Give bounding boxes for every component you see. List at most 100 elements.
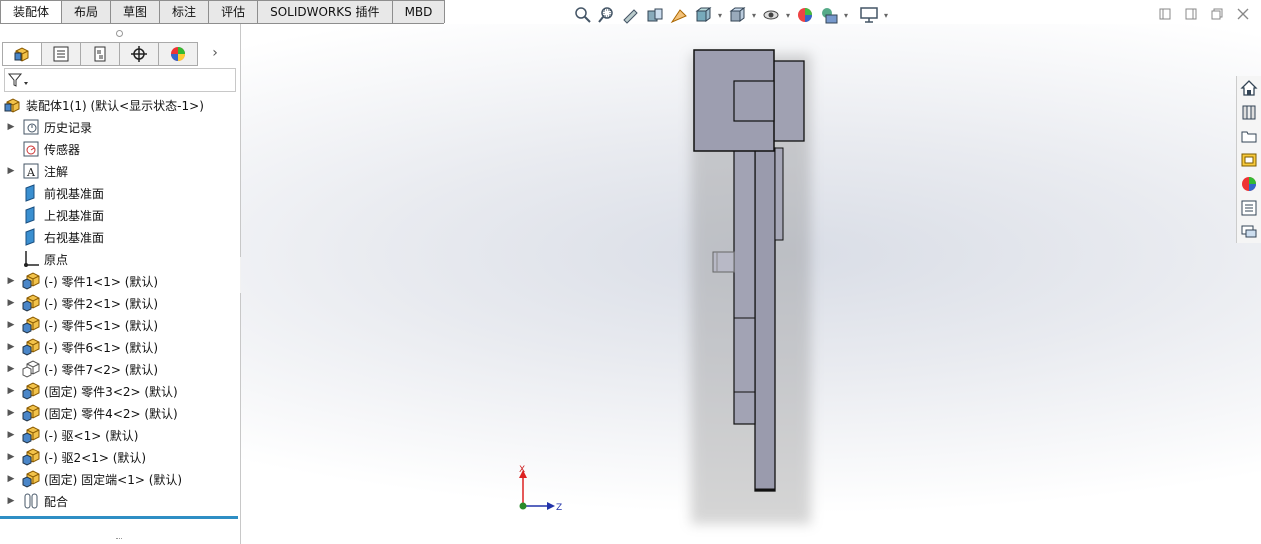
apply-scene-dropdown-icon[interactable]: ▾ bbox=[842, 4, 850, 26]
bottom-splitter[interactable] bbox=[116, 538, 122, 542]
tree-item[interactable]: 原点 bbox=[0, 248, 240, 270]
tab-1[interactable]: 布局 bbox=[61, 0, 112, 23]
view-settings-dropdown-icon[interactable]: ▾ bbox=[882, 4, 890, 26]
tree-item[interactable]: ▶ (-) 零件5<1> (默认) bbox=[0, 314, 240, 336]
chevron-right-icon[interactable]: › bbox=[205, 42, 225, 64]
tab-3[interactable]: 标注 bbox=[159, 0, 210, 23]
panel-splitter[interactable] bbox=[0, 24, 240, 42]
tree-item[interactable]: ▶ (-) 零件1<1> (默认) bbox=[0, 270, 240, 292]
tree-item[interactable]: ▶ (-) 零件6<1> (默认) bbox=[0, 336, 240, 358]
appearances-icon[interactable] bbox=[1237, 172, 1261, 195]
edit-appearance-icon[interactable] bbox=[794, 4, 816, 26]
expand-arrow-icon[interactable]: ▶ bbox=[6, 320, 16, 330]
tree-item[interactable]: ▶ (固定) 固定端<1> (默认) bbox=[0, 468, 240, 490]
restore-icon[interactable] bbox=[1207, 4, 1227, 24]
part-top-inner-face[interactable] bbox=[733, 80, 775, 122]
zoom-to-area-icon[interactable] bbox=[596, 4, 618, 26]
part-pin[interactable] bbox=[712, 251, 735, 273]
solidworks-resources-icon[interactable] bbox=[1237, 76, 1261, 99]
tree-item[interactable]: ▶ (-) 驱2<1> (默认) bbox=[0, 446, 240, 468]
dynamic-annotation-icon[interactable] bbox=[668, 4, 690, 26]
tree-item[interactable]: 右视基准面 bbox=[0, 226, 240, 248]
design-library-icon[interactable] bbox=[1237, 100, 1261, 123]
part-icon bbox=[22, 338, 40, 356]
expand-arrow-icon[interactable]: ▶ bbox=[6, 364, 16, 374]
plane-icon bbox=[22, 206, 40, 224]
expand-arrow-icon[interactable]: ▶ bbox=[6, 122, 16, 132]
expand-arrow-icon[interactable]: ▶ bbox=[6, 298, 16, 308]
forum-icon[interactable] bbox=[1237, 220, 1261, 243]
expand-arrow-icon[interactable]: ▶ bbox=[6, 496, 16, 506]
tree-item[interactable]: 装配体1(1) (默认<显示状态-1>) bbox=[0, 94, 240, 116]
tab-2[interactable]: 草图 bbox=[110, 0, 161, 23]
tree-item[interactable]: ▶ 历史记录 bbox=[0, 116, 240, 138]
assembly-icon bbox=[4, 96, 22, 114]
view-orientation-icon[interactable] bbox=[692, 4, 714, 26]
tree-item[interactable]: 传感器 bbox=[0, 138, 240, 160]
tree-item-label: (-) 零件6<1> (默认) bbox=[44, 340, 159, 355]
tab-6[interactable]: MBD bbox=[391, 0, 446, 23]
close-icon[interactable] bbox=[1233, 4, 1253, 24]
custom-properties-icon[interactable] bbox=[1237, 196, 1261, 219]
tree-item[interactable]: ▶ (-) 零件7<2> (默认) bbox=[0, 358, 240, 380]
expand-arrow-icon[interactable]: ▶ bbox=[6, 386, 16, 396]
expand-arrow-icon[interactable]: ▶ bbox=[6, 452, 16, 462]
propertymanager-icon[interactable] bbox=[41, 42, 81, 66]
hide-show-dropdown-icon[interactable]: ▾ bbox=[784, 4, 792, 26]
tree-item[interactable]: ▶ (-) 零件2<1> (默认) bbox=[0, 292, 240, 314]
part-secondary-plate[interactable] bbox=[733, 147, 756, 425]
mates-icon bbox=[22, 492, 40, 510]
part-icon bbox=[22, 470, 40, 488]
previous-view-icon[interactable] bbox=[620, 4, 642, 26]
displaymanager-icon[interactable] bbox=[158, 42, 198, 66]
window-controls bbox=[1155, 4, 1253, 24]
tree-item-label: (固定) 固定端<1> (默认) bbox=[44, 472, 183, 487]
tree-item[interactable]: ▶ (-) 驱<1> (默认) bbox=[0, 424, 240, 446]
zoom-to-fit-icon[interactable] bbox=[572, 4, 594, 26]
dimxpertmanager-icon[interactable] bbox=[119, 42, 159, 66]
restore-right-icon[interactable] bbox=[1181, 4, 1201, 24]
view-settings-icon[interactable] bbox=[858, 4, 880, 26]
tree-filter[interactable] bbox=[4, 68, 236, 92]
tree-item-label: (-) 零件7<2> (默认) bbox=[44, 362, 159, 377]
tab-0[interactable]: 装配体 bbox=[0, 0, 63, 23]
expand-arrow-icon[interactable]: ▶ bbox=[6, 430, 16, 440]
view-orientation-dropdown-icon[interactable]: ▾ bbox=[716, 4, 724, 26]
section-view-icon[interactable] bbox=[644, 4, 666, 26]
part-right-strip[interactable] bbox=[774, 147, 784, 241]
expand-arrow-icon[interactable]: ▶ bbox=[6, 166, 16, 176]
part-icon bbox=[22, 382, 40, 400]
graphics-area[interactable]: X Z bbox=[241, 24, 1261, 544]
restore-left-icon[interactable] bbox=[1155, 4, 1175, 24]
part-long-plate[interactable] bbox=[754, 147, 776, 492]
part-top-back-block[interactable] bbox=[772, 60, 805, 142]
expand-arrow-icon[interactable]: ▶ bbox=[6, 474, 16, 484]
tree-item[interactable]: ▶ 配合 bbox=[0, 490, 240, 512]
configurationmanager-icon[interactable] bbox=[80, 42, 120, 66]
expand-arrow-icon[interactable]: ▶ bbox=[6, 408, 16, 418]
command-tabs: 装配体 布局 草图 标注 评估 SOLIDWORKS 插件 MBD bbox=[0, 0, 446, 24]
tree-item[interactable]: 上视基准面 bbox=[0, 204, 240, 226]
display-style-icon[interactable] bbox=[726, 4, 748, 26]
view-palette-icon[interactable] bbox=[1237, 148, 1261, 171]
tree-item-label: 注解 bbox=[44, 164, 69, 179]
apply-scene-icon[interactable] bbox=[818, 4, 840, 26]
tab-5[interactable]: SOLIDWORKS 插件 bbox=[257, 0, 393, 23]
assembly-model[interactable] bbox=[241, 24, 1261, 544]
filter-icon[interactable] bbox=[8, 72, 30, 88]
featuremanager-tree-icon[interactable] bbox=[2, 42, 42, 66]
tree-item[interactable]: 前视基准面 bbox=[0, 182, 240, 204]
expand-arrow-icon[interactable]: ▶ bbox=[6, 276, 16, 286]
hide-show-items-icon[interactable] bbox=[760, 4, 782, 26]
origin-icon bbox=[22, 250, 40, 268]
expand-arrow-icon[interactable]: ▶ bbox=[6, 342, 16, 352]
tree-item[interactable]: ▶ A 注解 bbox=[0, 160, 240, 182]
display-style-dropdown-icon[interactable]: ▾ bbox=[750, 4, 758, 26]
tree-item[interactable]: ▶ (固定) 零件4<2> (默认) bbox=[0, 402, 240, 424]
tab-4[interactable]: 评估 bbox=[208, 0, 259, 23]
tree-item[interactable]: ▶ (固定) 零件3<2> (默认) bbox=[0, 380, 240, 402]
tree-item-label: (-) 零件5<1> (默认) bbox=[44, 318, 159, 333]
tree-item-label: (固定) 零件3<2> (默认) bbox=[44, 384, 178, 399]
file-explorer-icon[interactable] bbox=[1237, 124, 1261, 147]
triad-x-label: X bbox=[519, 465, 525, 475]
